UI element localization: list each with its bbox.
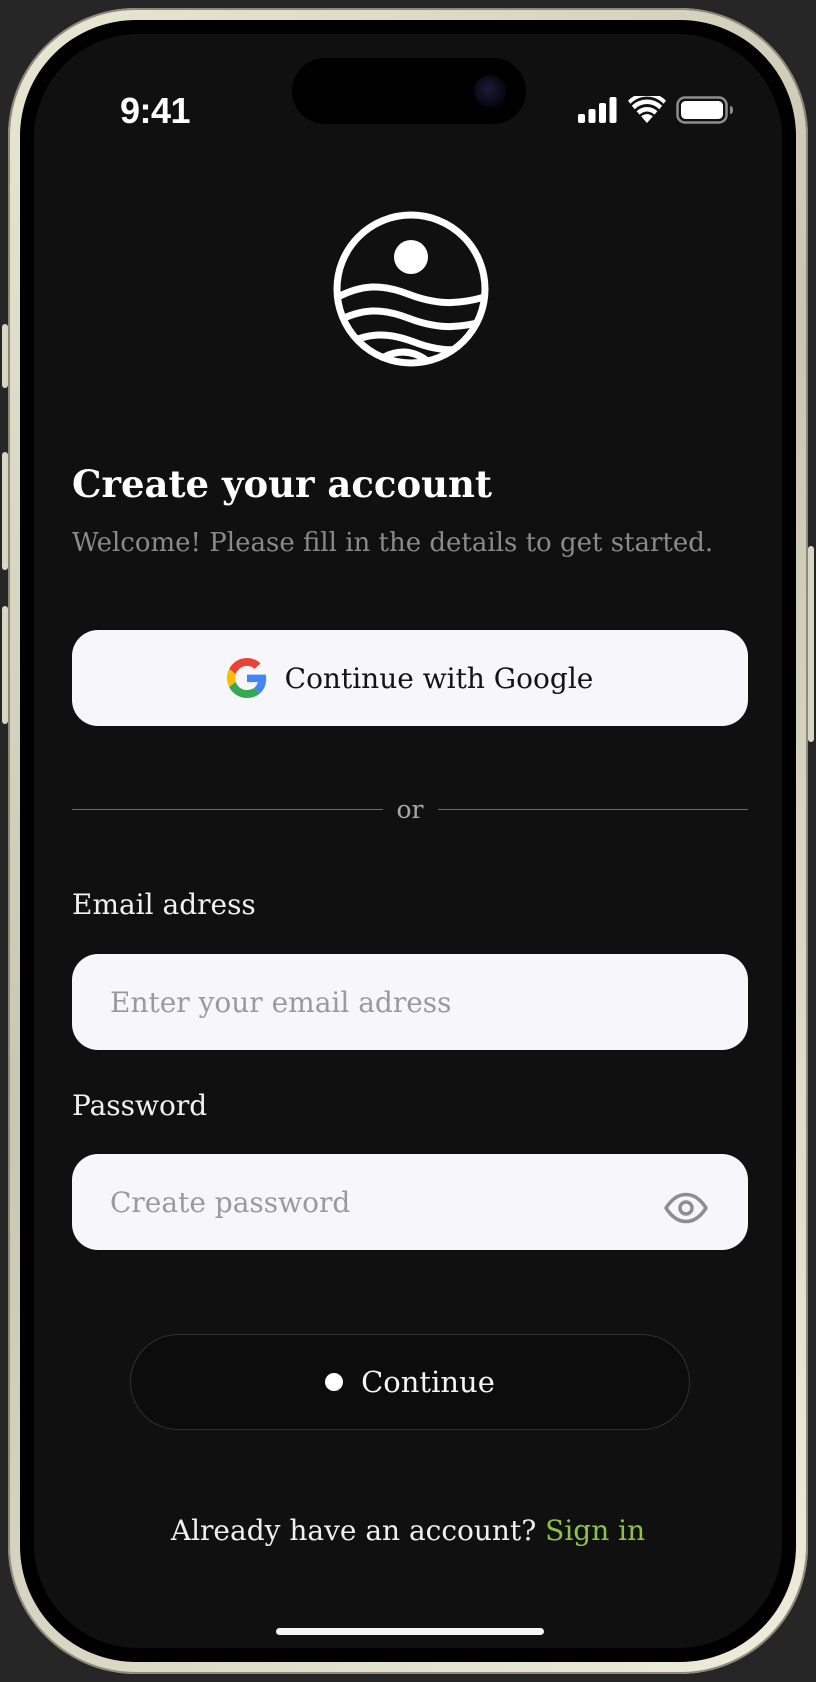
email-field[interactable]	[72, 954, 748, 1050]
signin-prompt-text: Already have an account?	[170, 1514, 537, 1547]
page-subtitle: Welcome! Please fill in the details to g…	[72, 528, 714, 558]
home-indicator[interactable]	[276, 1628, 544, 1635]
power-button	[808, 546, 814, 742]
continue-button[interactable]: Continue	[130, 1334, 690, 1430]
continue-button-label: Continue	[361, 1365, 495, 1399]
dynamic-island	[292, 58, 526, 124]
page-title: Create your account	[72, 462, 493, 506]
signin-prompt-row: Already have an account? Sign in	[34, 1514, 782, 1547]
front-camera	[474, 75, 506, 107]
eye-icon	[664, 1192, 708, 1224]
google-icon	[226, 658, 266, 698]
volume-down-button	[2, 606, 8, 724]
continue-with-google-button[interactable]: Continue with Google	[72, 630, 748, 726]
signup-screen: 9:41 Create your account Welcome! Please…	[34, 34, 782, 1648]
wifi-icon	[628, 96, 666, 123]
or-divider: or	[72, 794, 749, 824]
divider-line-left	[72, 808, 383, 810]
google-button-label: Continue with Google	[284, 661, 594, 695]
email-label: Email adress	[72, 888, 256, 921]
divider-line-right	[437, 808, 749, 810]
sun-over-waves-logo	[333, 211, 489, 367]
volume-up-button	[2, 452, 8, 570]
battery-icon	[676, 96, 733, 124]
sign-in-link[interactable]: Sign in	[545, 1514, 645, 1547]
status-icons	[578, 96, 734, 124]
signal-icon	[578, 97, 617, 123]
status-time: 9:41	[120, 90, 191, 131]
toggle-password-visibility-button[interactable]	[662, 1188, 710, 1228]
divider-text: or	[396, 794, 424, 824]
loading-dot-icon	[325, 1373, 344, 1391]
password-field[interactable]	[72, 1154, 748, 1250]
action-button	[2, 324, 8, 388]
password-label: Password	[72, 1089, 208, 1122]
